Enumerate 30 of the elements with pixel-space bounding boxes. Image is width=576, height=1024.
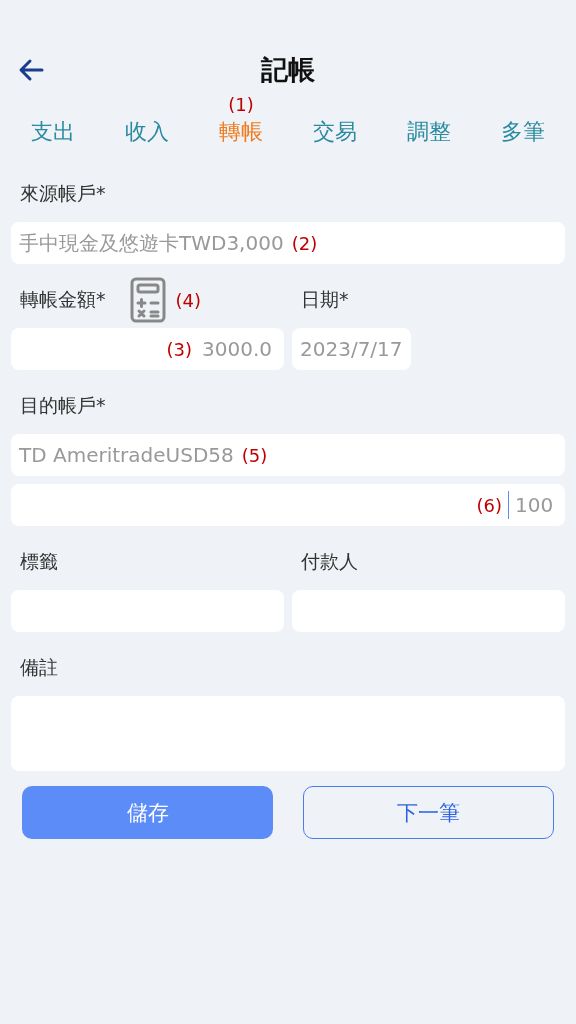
tab[interactable]: 支出 bbox=[31, 116, 75, 148]
tab[interactable]: 調整 bbox=[407, 116, 451, 148]
field-label: 日期* bbox=[301, 287, 349, 312]
annotation-marker: (1) bbox=[228, 94, 254, 116]
calculator-icon[interactable] bbox=[129, 277, 166, 323]
annotation-marker: (5) bbox=[241, 444, 268, 466]
annotation-marker: (4) bbox=[175, 289, 201, 311]
amount-input[interactable]: 3000.0 bbox=[198, 334, 272, 364]
field-label: 付款人 bbox=[301, 549, 358, 574]
back-button[interactable] bbox=[18, 58, 44, 82]
amount-input[interactable]: 100 bbox=[515, 490, 553, 520]
annotation-marker: (2) bbox=[291, 232, 318, 254]
tab[interactable]: 收入 bbox=[125, 116, 169, 148]
annotation-marker: (6) bbox=[476, 494, 502, 516]
back-arrow-icon bbox=[18, 58, 44, 82]
page-title: 記帳 bbox=[261, 53, 315, 87]
account-field[interactable]: TD AmeritradeUSD58 (5) bbox=[11, 434, 565, 476]
tab[interactable]: 多筆 bbox=[501, 116, 545, 148]
field-label: 目的帳戶* bbox=[20, 393, 106, 418]
field-label: 轉帳金額* bbox=[20, 287, 106, 312]
tab[interactable]: 交易 bbox=[313, 116, 357, 148]
tab[interactable]: 轉帳 bbox=[219, 116, 263, 148]
annotation-marker: (3) bbox=[166, 338, 192, 360]
field-label: 備註 bbox=[20, 655, 58, 680]
date-field[interactable]: 2023/7/17 bbox=[292, 328, 411, 370]
account-field[interactable]: 手中現金及悠遊卡TWD3,000 (2) bbox=[11, 222, 565, 264]
field-label: 標籤 bbox=[20, 549, 58, 574]
field-label: 來源帳戶* bbox=[20, 181, 106, 206]
save-button[interactable]: 儲存 bbox=[22, 786, 273, 839]
next-button[interactable]: 下一筆 bbox=[303, 786, 554, 839]
